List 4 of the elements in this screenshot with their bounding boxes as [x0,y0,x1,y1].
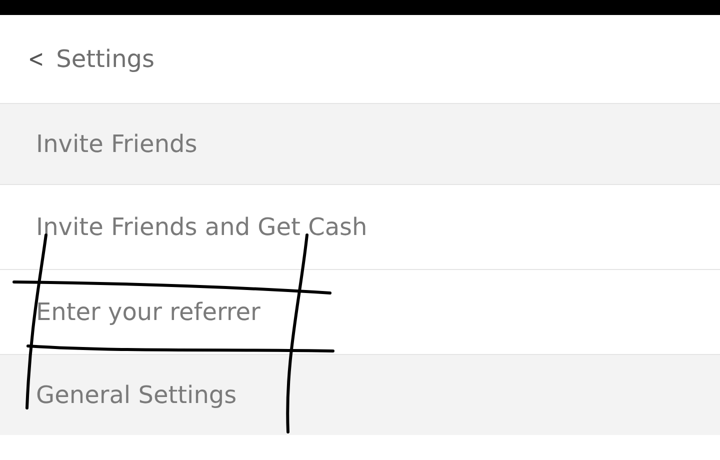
section-header: General Settings [0,354,720,435]
page-title: Settings [56,45,155,73]
back-icon[interactable]: < [28,45,44,73]
section-header: Invite Friends [0,103,720,184]
